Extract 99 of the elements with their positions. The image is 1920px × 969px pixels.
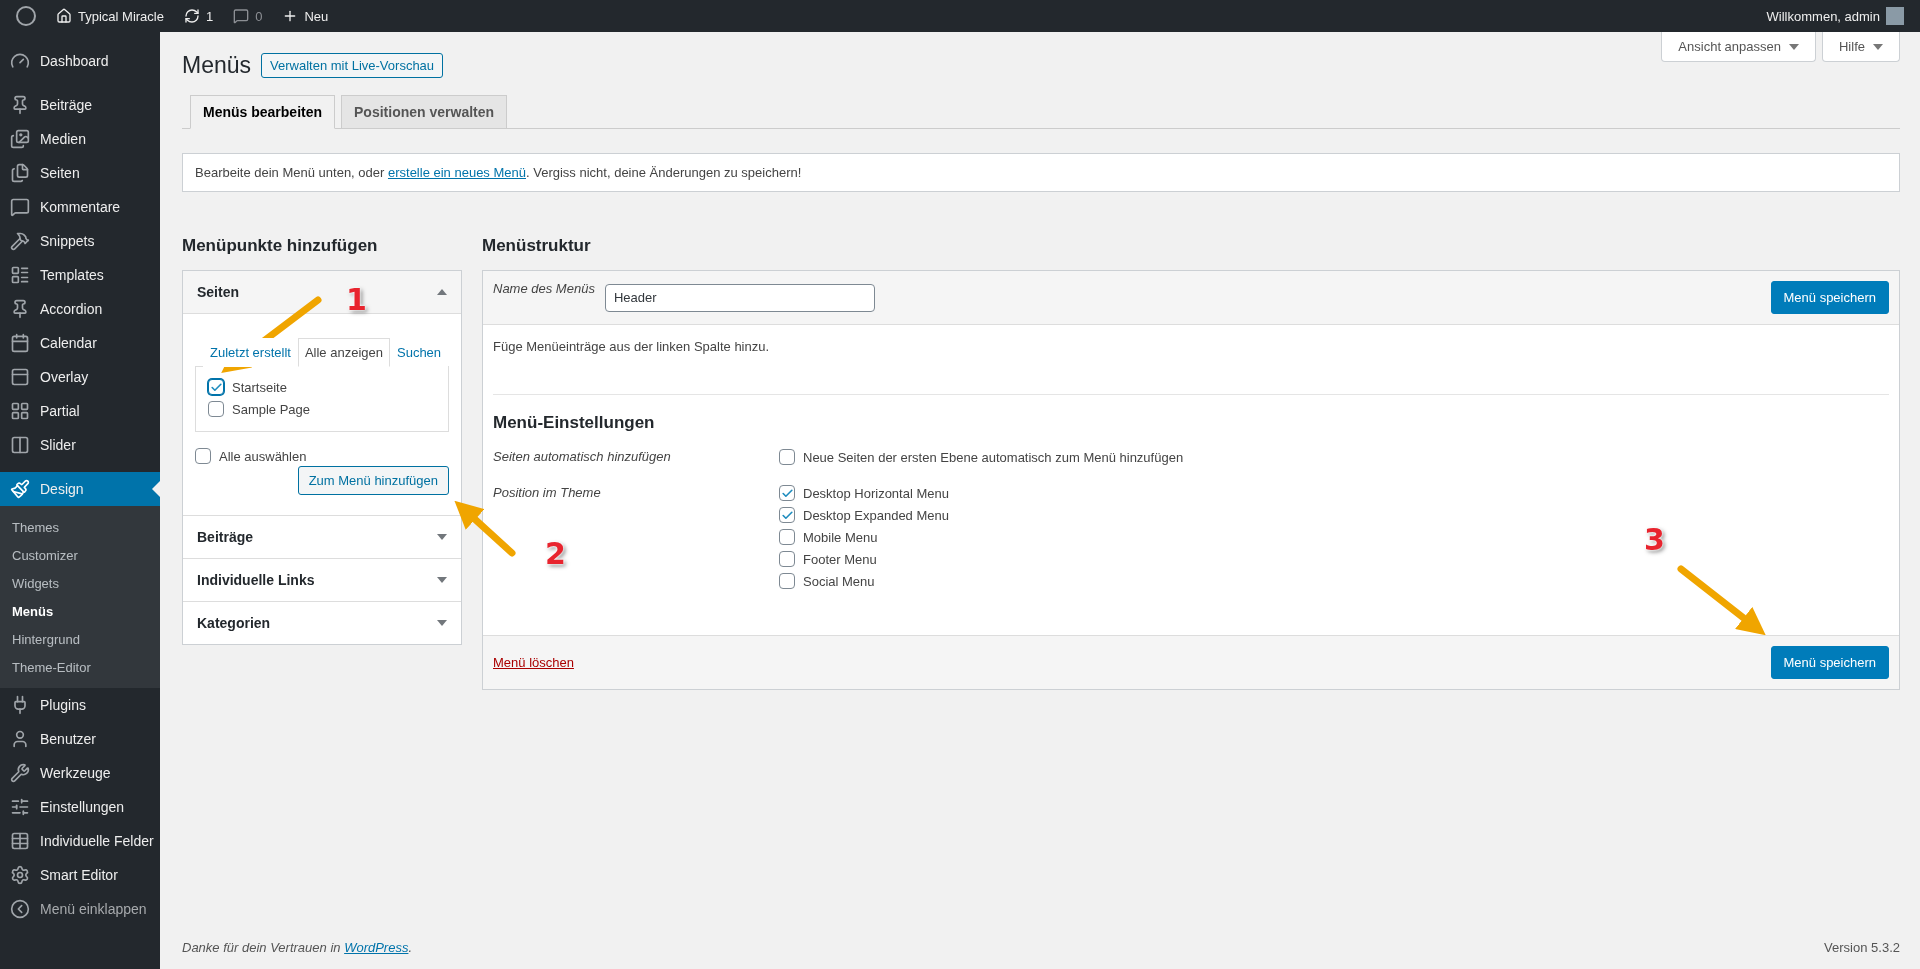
section-heading: Menüpunkte hinzufügen <box>182 236 379 256</box>
collapse-icon <box>10 899 30 919</box>
home-icon <box>56 8 72 24</box>
sidebar-item[interactable]: Calendar <box>0 326 160 360</box>
section-heading: Menüstruktur <box>482 236 592 256</box>
checkbox[interactable] <box>779 573 795 589</box>
panel-icon <box>10 367 30 387</box>
account-link[interactable]: Willkommen, admin <box>1758 0 1912 32</box>
option-label: Alle auswählen <box>219 448 307 464</box>
submenu-item[interactable]: Theme-Editor <box>0 653 160 681</box>
notice-text: Bearbeite dein Menü unten, oder erstelle ein neues Menü. Vergiss nicht, deine Änderungen zu speichern! <box>182 153 1900 192</box>
speech-bubble-icon <box>233 8 250 24</box>
checkbox[interactable] <box>208 379 224 395</box>
settings-icon <box>10 865 30 885</box>
tab[interactable]: Zuletzt erstellt <box>203 338 298 367</box>
screen-options-button[interactable]: Ansicht anpassen <box>1661 32 1816 62</box>
sidebar-item[interactable]: Overlay <box>0 360 160 394</box>
checkbox[interactable] <box>779 507 795 523</box>
pin-icon <box>10 299 30 319</box>
sidebar-item[interactable]: Snippets <box>0 224 160 258</box>
hammer-icon <box>10 231 30 251</box>
sidebar-item[interactable]: Smart Editor <box>0 858 160 892</box>
new-link[interactable]: Neu <box>274 0 337 32</box>
annotation-arrow <box>454 500 516 557</box>
gauge-icon <box>10 51 30 71</box>
option-label: Mobile Menu <box>803 529 878 545</box>
create-menu-link[interactable]: erstelle ein neues Menü <box>387 165 526 180</box>
version-text: Version 5.3.2 <box>1824 940 1900 955</box>
comments-link[interactable]: 0 <box>225 0 271 32</box>
option-label: Footer Menu <box>803 551 877 567</box>
calendar-icon <box>10 333 30 353</box>
tab[interactable]: Positionen verwalten <box>341 95 508 129</box>
live-preview-button[interactable]: Verwalten mit Live-Vorschau <box>261 53 444 78</box>
columns-icon <box>10 435 30 455</box>
sidebar-item[interactable]: Beiträge <box>0 88 160 122</box>
checkbox[interactable] <box>779 485 795 501</box>
sidebar-item[interactable]: Menü einklappen <box>0 892 160 926</box>
setting-label: Position im Theme <box>493 485 602 500</box>
delete-menu-link[interactable]: Menü löschen <box>493 655 574 670</box>
field-label: Name des Menüs <box>493 281 595 296</box>
option-label: Desktop Horizontal Menu <box>803 485 949 501</box>
annotation-number: 3 <box>1644 522 1665 557</box>
user-icon <box>10 729 30 749</box>
screen-options-button[interactable]: Hilfe <box>1822 32 1900 62</box>
sidebar-item[interactable]: Individuelle Felder <box>0 824 160 858</box>
sidebar-item[interactable]: Seiten <box>0 156 160 190</box>
checkbox[interactable] <box>779 551 795 567</box>
table-icon <box>10 831 30 851</box>
site-link[interactable]: Typical Miracle <box>48 0 172 32</box>
pages-icon <box>10 163 30 183</box>
checkbox[interactable] <box>195 448 211 464</box>
tab[interactable]: Alle anzeigen <box>297 338 390 367</box>
sidebar-item[interactable]: Werkzeuge <box>0 756 160 790</box>
paintbrush-icon <box>10 479 30 499</box>
sidebar-item[interactable]: Plugins <box>0 688 160 722</box>
tab[interactable]: Menüs bearbeiten <box>190 95 336 129</box>
option-label: Social Menu <box>803 573 875 589</box>
speech-bubble-icon <box>10 197 30 217</box>
submenu-item[interactable]: Themes <box>0 513 160 541</box>
submenu-item[interactable]: Widgets <box>0 569 160 597</box>
sidebar-item[interactable]: Templates <box>0 258 160 292</box>
option-label: Startseite <box>232 379 287 395</box>
sliders-icon <box>10 797 30 817</box>
images-icon <box>10 129 30 149</box>
sidebar-item[interactable]: Benutzer <box>0 722 160 756</box>
add-to-menu-button[interactable]: Zum Menü hinzufügen <box>297 466 449 495</box>
sidebar-item[interactable]: Partial <box>0 394 160 428</box>
hint-text: Füge Menüeinträge aus der linken Spalte hinzu. <box>493 339 771 354</box>
sidebar-item[interactable]: Dashboard <box>0 44 160 78</box>
sidebar-item[interactable]: Accordion <box>0 292 160 326</box>
sidebar-item[interactable]: Einstellungen <box>0 790 160 824</box>
sidebar-item[interactable]: Medien <box>0 122 160 156</box>
option-label: Desktop Expanded Menu <box>803 507 949 523</box>
menu-name-field[interactable]: Header <box>604 283 875 312</box>
save-menu-button[interactable]: Menü speichern <box>1770 281 1889 314</box>
settings-heading: Menü-Einstellungen <box>493 413 656 433</box>
checkbox[interactable] <box>779 529 795 545</box>
list-layout-icon <box>10 265 30 285</box>
avatar <box>1886 7 1904 25</box>
grid-icon <box>10 401 30 421</box>
option-label: Sample Page <box>232 401 311 417</box>
pin-icon <box>10 95 30 115</box>
sidebar-item[interactable]: Kommentare <box>0 190 160 224</box>
checkbox[interactable] <box>208 401 224 417</box>
checkbox[interactable] <box>779 449 795 465</box>
option-label: Neue Seiten der ersten Ebene automatisch zum Menü hinzufügen <box>803 449 1184 465</box>
submenu-item[interactable]: Hintergrund <box>0 625 160 653</box>
setting-label: Seiten automatisch hinzufügen <box>493 449 672 464</box>
updates-link[interactable]: 1 <box>175 0 222 32</box>
annotation-number: 2 <box>545 536 566 571</box>
submenu-item[interactable]: Customizer <box>0 541 160 569</box>
save-menu-button[interactable]: Menü speichern <box>1770 646 1889 679</box>
page-title: Menüs <box>182 52 252 79</box>
refresh-icon <box>183 8 200 24</box>
sidebar-item[interactable]: Slider <box>0 428 160 462</box>
footer-text: Danke für dein Vertrauen in WordPress. <box>182 940 413 955</box>
wrench-icon <box>10 763 30 783</box>
sidebar-item[interactable]: Design <box>0 472 160 506</box>
submenu-item[interactable]: Menüs <box>0 597 160 625</box>
